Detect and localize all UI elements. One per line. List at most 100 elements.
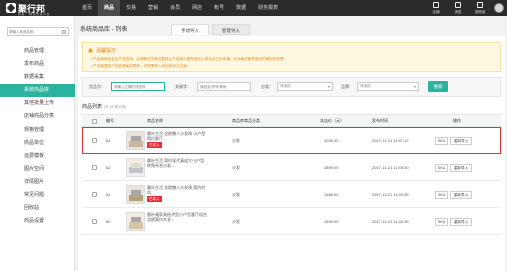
notice-line-text: 产品库里的产品信息每天更新，可按需导入添加到自己店铺	[93, 64, 187, 68]
imported-badge: 已导入	[147, 142, 162, 148]
nav-item-products[interactable]: 商品	[98, 0, 121, 16]
sidebar-item-recycle-bin[interactable]: 回收站	[0, 202, 75, 215]
product-thumbnail[interactable]	[126, 212, 145, 231]
product-name-link[interactable]: 晨叶生活 简约现代真皮大小户型转角布艺沙发...	[147, 158, 207, 168]
sku-button[interactable]: SKU	[435, 164, 448, 172]
nav-item-marketing[interactable]: 营销	[142, 0, 164, 16]
sidebar-item-product-management[interactable]: 商品管理	[0, 45, 75, 58]
row-category: 沙发	[232, 138, 240, 143]
imported-badge: 已导入	[147, 196, 162, 202]
thumbnail-backrest-shape	[131, 136, 141, 141]
brand-select-value: 请选择	[360, 84, 371, 88]
avatar[interactable]	[494, 3, 504, 13]
avatar-wrapper[interactable]	[491, 0, 507, 16]
table-row[interactable]: 61 晨叶生活 北欧懒人沙发椅 简约时尚... 已导入 沙发 1588.00 2…	[82, 181, 501, 208]
reimport-button[interactable]: 重新导入	[450, 191, 472, 199]
row-checkbox[interactable]	[92, 192, 97, 197]
sku-button[interactable]: SKU	[435, 218, 448, 226]
keyword-label: 关键字：	[175, 84, 191, 89]
item-number-input[interactable]	[114, 83, 161, 90]
message-icon	[455, 2, 461, 8]
notice-line: • 产品库里的产品信息每天更新，可按需导入添加到自己店铺	[91, 64, 187, 68]
top-navigation-bar: 聚行邦 好货 · 精选供应平台 首页 商品 交易 营销 会员 网店 帐号 数据 …	[0, 0, 507, 16]
row-checkbox[interactable]	[92, 219, 97, 224]
thumbnail-sofa-shape	[129, 195, 143, 201]
row-checkbox[interactable]	[92, 138, 97, 143]
nav-item-data[interactable]: 数据	[230, 0, 252, 16]
row-category: 沙发	[232, 192, 240, 197]
sidebar-item-detail-images[interactable]: 详情图片	[0, 176, 75, 189]
chevron-down-icon	[414, 85, 416, 88]
nav-item-finance[interactable]: 财务报表	[252, 0, 284, 16]
row-publish-time: 2017-11-21 11:40:36	[372, 192, 409, 197]
product-name-link[interactable]: 晨叶生活 北欧懒人沙发椅 简约时尚...	[147, 185, 207, 195]
category-select[interactable]: 请选择	[277, 82, 333, 91]
brand-select[interactable]: 请选择	[357, 82, 419, 91]
row-price: 3899.00	[324, 165, 339, 170]
user-shortcut[interactable]: 追踪者	[469, 0, 491, 16]
product-name-link[interactable]: 晨叶福家具经济型小户型客厅组合 北欧简约木艺...	[147, 212, 207, 222]
sku-button[interactable]: SKU	[435, 137, 448, 145]
nav-item-store[interactable]: 网店	[186, 0, 208, 16]
reimport-button[interactable]: 重新导入	[450, 218, 472, 226]
record-count: (共 55 条记录)	[104, 105, 127, 109]
sidebar-item-publish-product[interactable]: 发布商品	[0, 58, 75, 71]
sidebar-item-store-categories[interactable]: 店铺商品分类	[0, 110, 75, 123]
page-title: 系统商品库 - 列表	[80, 27, 128, 33]
search-button[interactable]: 搜索	[428, 81, 448, 92]
sidebar-item-product-settings[interactable]: 商品设置	[0, 215, 75, 228]
reimport-button[interactable]: 重新导入	[450, 137, 472, 145]
keyword-input[interactable]	[200, 83, 247, 90]
messages-shortcut[interactable]: 消息	[447, 0, 469, 16]
row-publish-time: 2017-11-21 11:40:36	[372, 219, 409, 224]
sidebar-item-batch-upload[interactable]: 其他批量上传	[0, 97, 75, 110]
sidebar-item-system-library[interactable]: 系统商品库	[0, 84, 75, 98]
logo-icon	[6, 3, 16, 13]
row-category: 沙发	[232, 165, 240, 170]
sidebar-item-spec-management[interactable]: 规格管理	[0, 124, 75, 137]
nav-item-members[interactable]: 会员	[164, 0, 186, 16]
sidebar-search[interactable]	[7, 27, 69, 36]
notice-title: 温馨提示	[88, 47, 116, 54]
nav-item-trade[interactable]: 交易	[120, 0, 142, 16]
row-price: 1588.00	[324, 192, 339, 197]
sidebar: 商品管理 发布商品 数据采集 系统商品库 其他批量上传 店铺商品分类 规格管理 …	[0, 16, 75, 271]
keyword-field[interactable]	[197, 82, 251, 91]
sidebar-item-image-space[interactable]: 图片空间	[0, 163, 75, 176]
item-number-label: 货品号：	[89, 84, 105, 89]
top-nav-menu: 首页 商品 交易 营销 会员 网店 帐号 数据 财务报表	[76, 0, 284, 16]
sidebar-item-shipping-templates[interactable]: 运费模板	[0, 150, 75, 163]
tab-manual-import[interactable]: 手动导入	[171, 24, 209, 35]
tips-notice: 温馨提示 • 产品库商品会由产品选用，店铺和供货商可直接从产品库中搬有商品上架至…	[82, 42, 501, 72]
product-thumbnail[interactable]	[126, 158, 145, 177]
reimport-button[interactable]: 重新导入	[450, 164, 472, 172]
table-row[interactable]: 60 晨叶福家具经济型小户型客厅组合 北欧简约木艺... 沙发 1599.00 …	[82, 208, 501, 235]
item-number-field[interactable]	[111, 82, 165, 91]
notice-title-text: 温馨提示	[96, 48, 117, 54]
product-thumbnail[interactable]	[126, 131, 145, 150]
tab-smart-import[interactable]: 智能导入	[212, 24, 250, 35]
store-shortcut[interactable]: 店铺	[425, 0, 447, 16]
row-checkbox[interactable]	[92, 165, 97, 170]
sidebar-item-faq[interactable]: 常见问题	[0, 189, 75, 202]
table-row[interactable]: 62 晨叶生活 简约现代真皮大小户型转角布艺沙发... 沙发 3899.00 2…	[82, 154, 501, 181]
filter-bar: 货品号： 关键字： 分类： 请选择 品牌： 请选择 搜索	[82, 77, 501, 97]
select-all-checkbox[interactable]	[92, 119, 97, 124]
product-name-link[interactable]: 晨叶生活 北欧懒人沙发椅 小户型简约客厅...	[147, 131, 207, 141]
sku-button[interactable]: SKU	[435, 191, 448, 199]
thumbnail-sofa-shape	[129, 222, 143, 229]
sidebar-search-input[interactable]	[9, 28, 59, 35]
notice-icon	[88, 48, 93, 53]
product-table: 编号 商品名称 商品库商品分类 本店价（元） 发布时间 操作 63 晨叶生活 北…	[82, 114, 501, 235]
notice-line: • 产品库商品会由产品选用，店铺和供货商可直接从产品库中搬有商品上架至自己的店铺…	[91, 57, 284, 61]
nav-item-account[interactable]: 帐号	[208, 0, 230, 16]
thumbnail-backrest-shape	[131, 163, 141, 168]
product-thumbnail[interactable]	[126, 185, 145, 204]
table-row[interactable]: 63 晨叶生活 北欧懒人沙发椅 小户型简约客厅... 已导入 沙发 1036.0…	[82, 127, 501, 154]
nav-item-home[interactable]: 首页	[76, 0, 98, 16]
sidebar-item-data-collection[interactable]: 数据采集	[0, 71, 75, 84]
brand-logo[interactable]: 聚行邦 好货 · 精选供应平台	[6, 2, 68, 16]
search-icon[interactable]	[62, 29, 66, 34]
row-price: 1599.00	[324, 219, 339, 224]
sidebar-item-product-units[interactable]: 商品单位	[0, 137, 75, 150]
